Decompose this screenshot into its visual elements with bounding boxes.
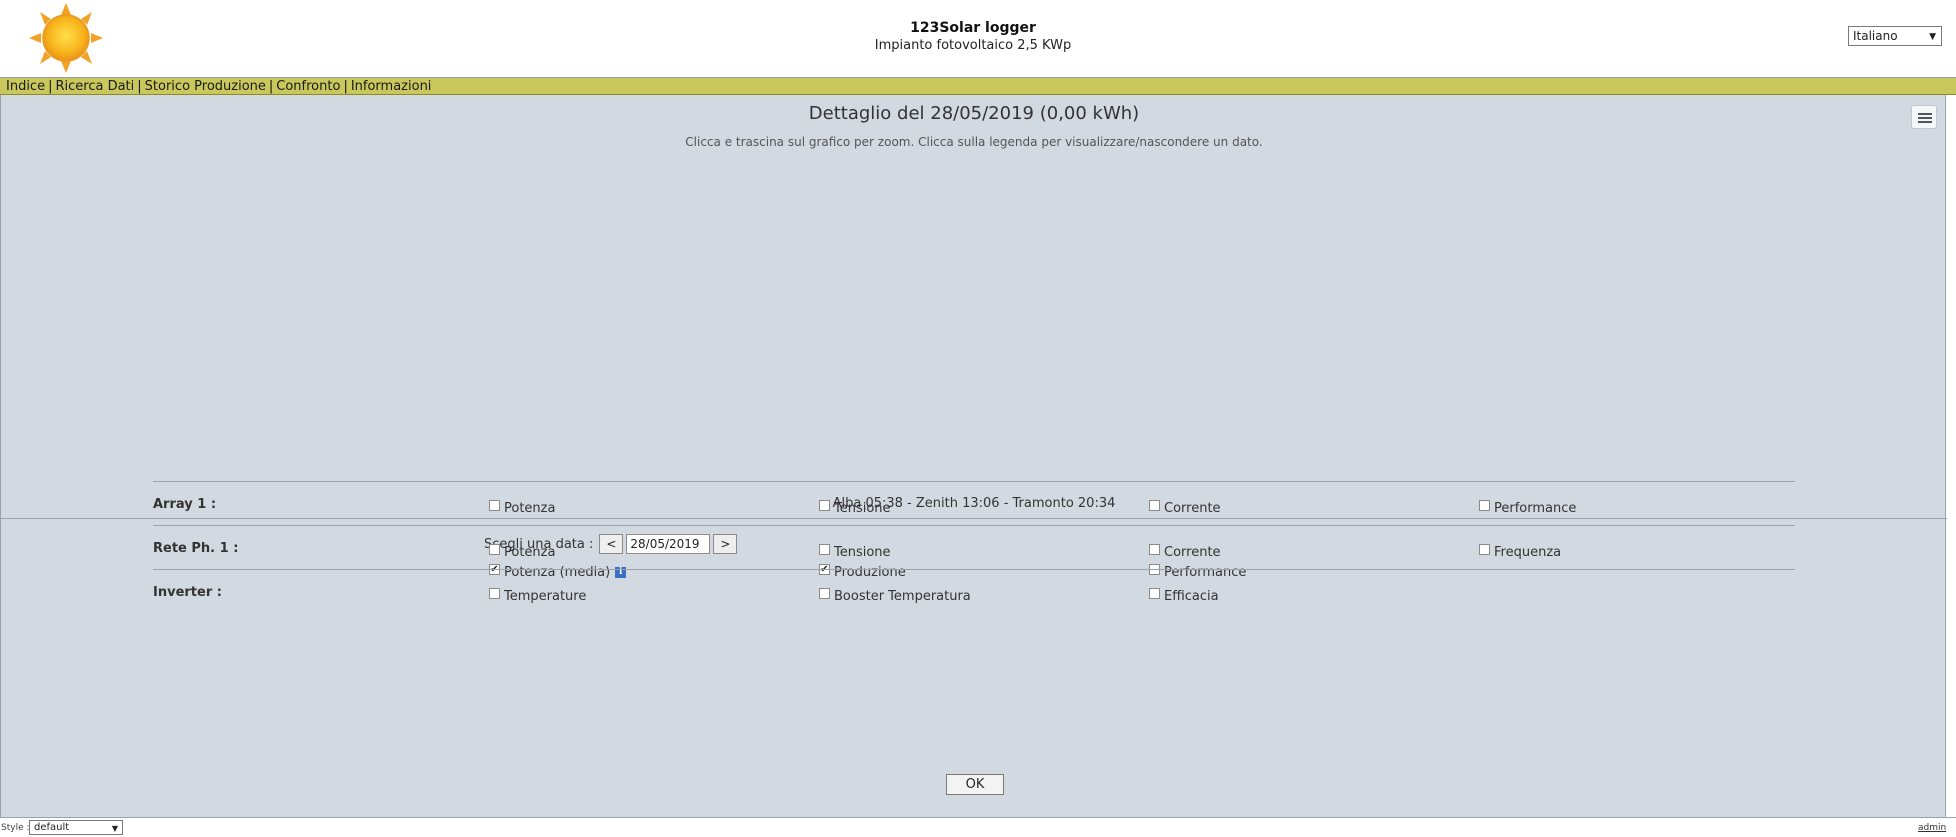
grid-option-tensione[interactable]: Tensione [819,543,891,561]
option-label: Booster Temperatura [834,588,971,604]
inverter-label: Inverter : [153,585,222,600]
menu-item-indice[interactable]: Indice [6,79,45,94]
main-panel: Dettaglio del 28/05/2019 (0,00 kWh) Clic… [0,95,1947,817]
menu-item-confronto[interactable]: Confronto [276,79,340,94]
option-label: Tensione [834,500,891,516]
option-potenza-media[interactable]: ✔ Potenza (media) i [489,563,627,581]
checkbox[interactable] [819,499,830,511]
divider [1,518,1947,519]
hamburger-line [1918,121,1932,123]
header: 123Solar logger Impianto fotovoltaico 2,… [0,0,1956,78]
checkbox[interactable] [819,587,830,599]
row-divider [153,481,1795,482]
footer: Style : default ▼ admin [0,817,1956,837]
option-label: Performance [1164,564,1247,580]
style-select[interactable]: default ▼ [29,820,123,835]
option-label: Efficacia [1164,588,1219,604]
grid-option-frequenza[interactable]: Frequenza [1479,543,1561,561]
chart-title: Dettaglio del 28/05/2019 (0,00 kWh) [808,103,1140,124]
grid-option-corrente[interactable]: Corrente [1149,543,1221,561]
checkbox[interactable] [489,543,500,555]
option-label: Performance [1494,500,1577,516]
chevron-down-icon: ▼ [1929,32,1936,42]
hamburger-menu-icon[interactable] [1911,105,1937,129]
admin-link[interactable]: admin [1918,823,1946,833]
inverter-option-booster-temperatura[interactable]: Booster Temperatura [819,587,971,605]
array1-option-tensione[interactable]: Tensione [819,499,891,517]
site-subtitle: Impianto fotovoltaico 2,5 KWp [874,38,1072,53]
checkbox[interactable] [1149,587,1160,599]
grid-label: Rete Ph. 1 : [153,541,239,556]
ok-button[interactable]: OK [946,774,1004,795]
checkbox[interactable] [1149,543,1160,555]
menu-separator: | [48,79,53,94]
option-label: Tensione [834,544,891,560]
chevron-down-icon: ▼ [111,824,118,833]
option-label: Corrente [1164,544,1221,560]
option-label: Potenza (media) [504,564,611,580]
row-divider [153,569,1795,570]
checkbox[interactable] [1479,499,1490,511]
option-label: Corrente [1164,500,1221,516]
site-title: 123Solar logger [910,20,1036,36]
option-label: Produzione [834,564,906,580]
array1-label: Array 1 : [153,497,217,512]
grid-option-potenza[interactable]: Potenza [489,543,555,561]
menu-separator: | [343,79,348,94]
option-label: Frequenza [1494,544,1562,560]
array1-option-potenza[interactable]: Potenza [489,499,555,517]
row-divider [153,525,1795,526]
checkbox[interactable] [489,587,500,599]
option-label: Potenza [504,500,556,516]
title-block: 123Solar logger Impianto fotovoltaico 2,… [0,20,1946,53]
option-label: Potenza [504,544,556,560]
style-label: Style : [1,823,30,833]
next-date-button[interactable]: > [713,534,738,554]
prev-date-button[interactable]: < [599,534,624,554]
checkbox[interactable] [1149,499,1160,511]
date-input[interactable]: 28/05/2019 [626,534,711,554]
option-performance[interactable]: Performance [1149,563,1246,581]
checkbox[interactable] [819,543,830,555]
inverter-option-temperature[interactable]: Temperature [489,587,586,605]
style-select-value: default [34,822,70,833]
checkbox[interactable] [489,499,500,511]
chart-plot-area[interactable] [1,155,1947,490]
chart-subtitle: Clicca e trascina sul grafico per zoom. … [685,135,1263,149]
menu-item-informazioni[interactable]: Informazioni [351,79,432,94]
option-label: Temperature [504,588,587,604]
array1-option-corrente[interactable]: Corrente [1149,499,1221,517]
sun-times: Alba 05:38 - Zenith 13:06 - Tramonto 20:… [832,496,1116,511]
menu-separator: | [137,79,142,94]
menu-item-storico-produzione[interactable]: Storico Produzione [145,79,266,94]
hamburger-line [1918,113,1932,115]
inverter-option-efficacia[interactable]: Efficacia [1149,587,1219,605]
language-select-value: Italiano [1853,29,1898,43]
menu-separator: | [268,79,274,94]
option-produzione[interactable]: ✔ Produzione [819,563,906,581]
menu-item-ricerca-dati[interactable]: Ricerca Dati [55,79,134,94]
language-select[interactable]: Italiano ▼ [1848,26,1942,46]
main-menu: Indice | Ricerca Dati | Storico Produzione | C… [0,78,1956,95]
array1-option-performance[interactable]: Performance [1479,499,1576,517]
checkbox[interactable] [1479,543,1490,555]
hamburger-line [1918,117,1932,119]
